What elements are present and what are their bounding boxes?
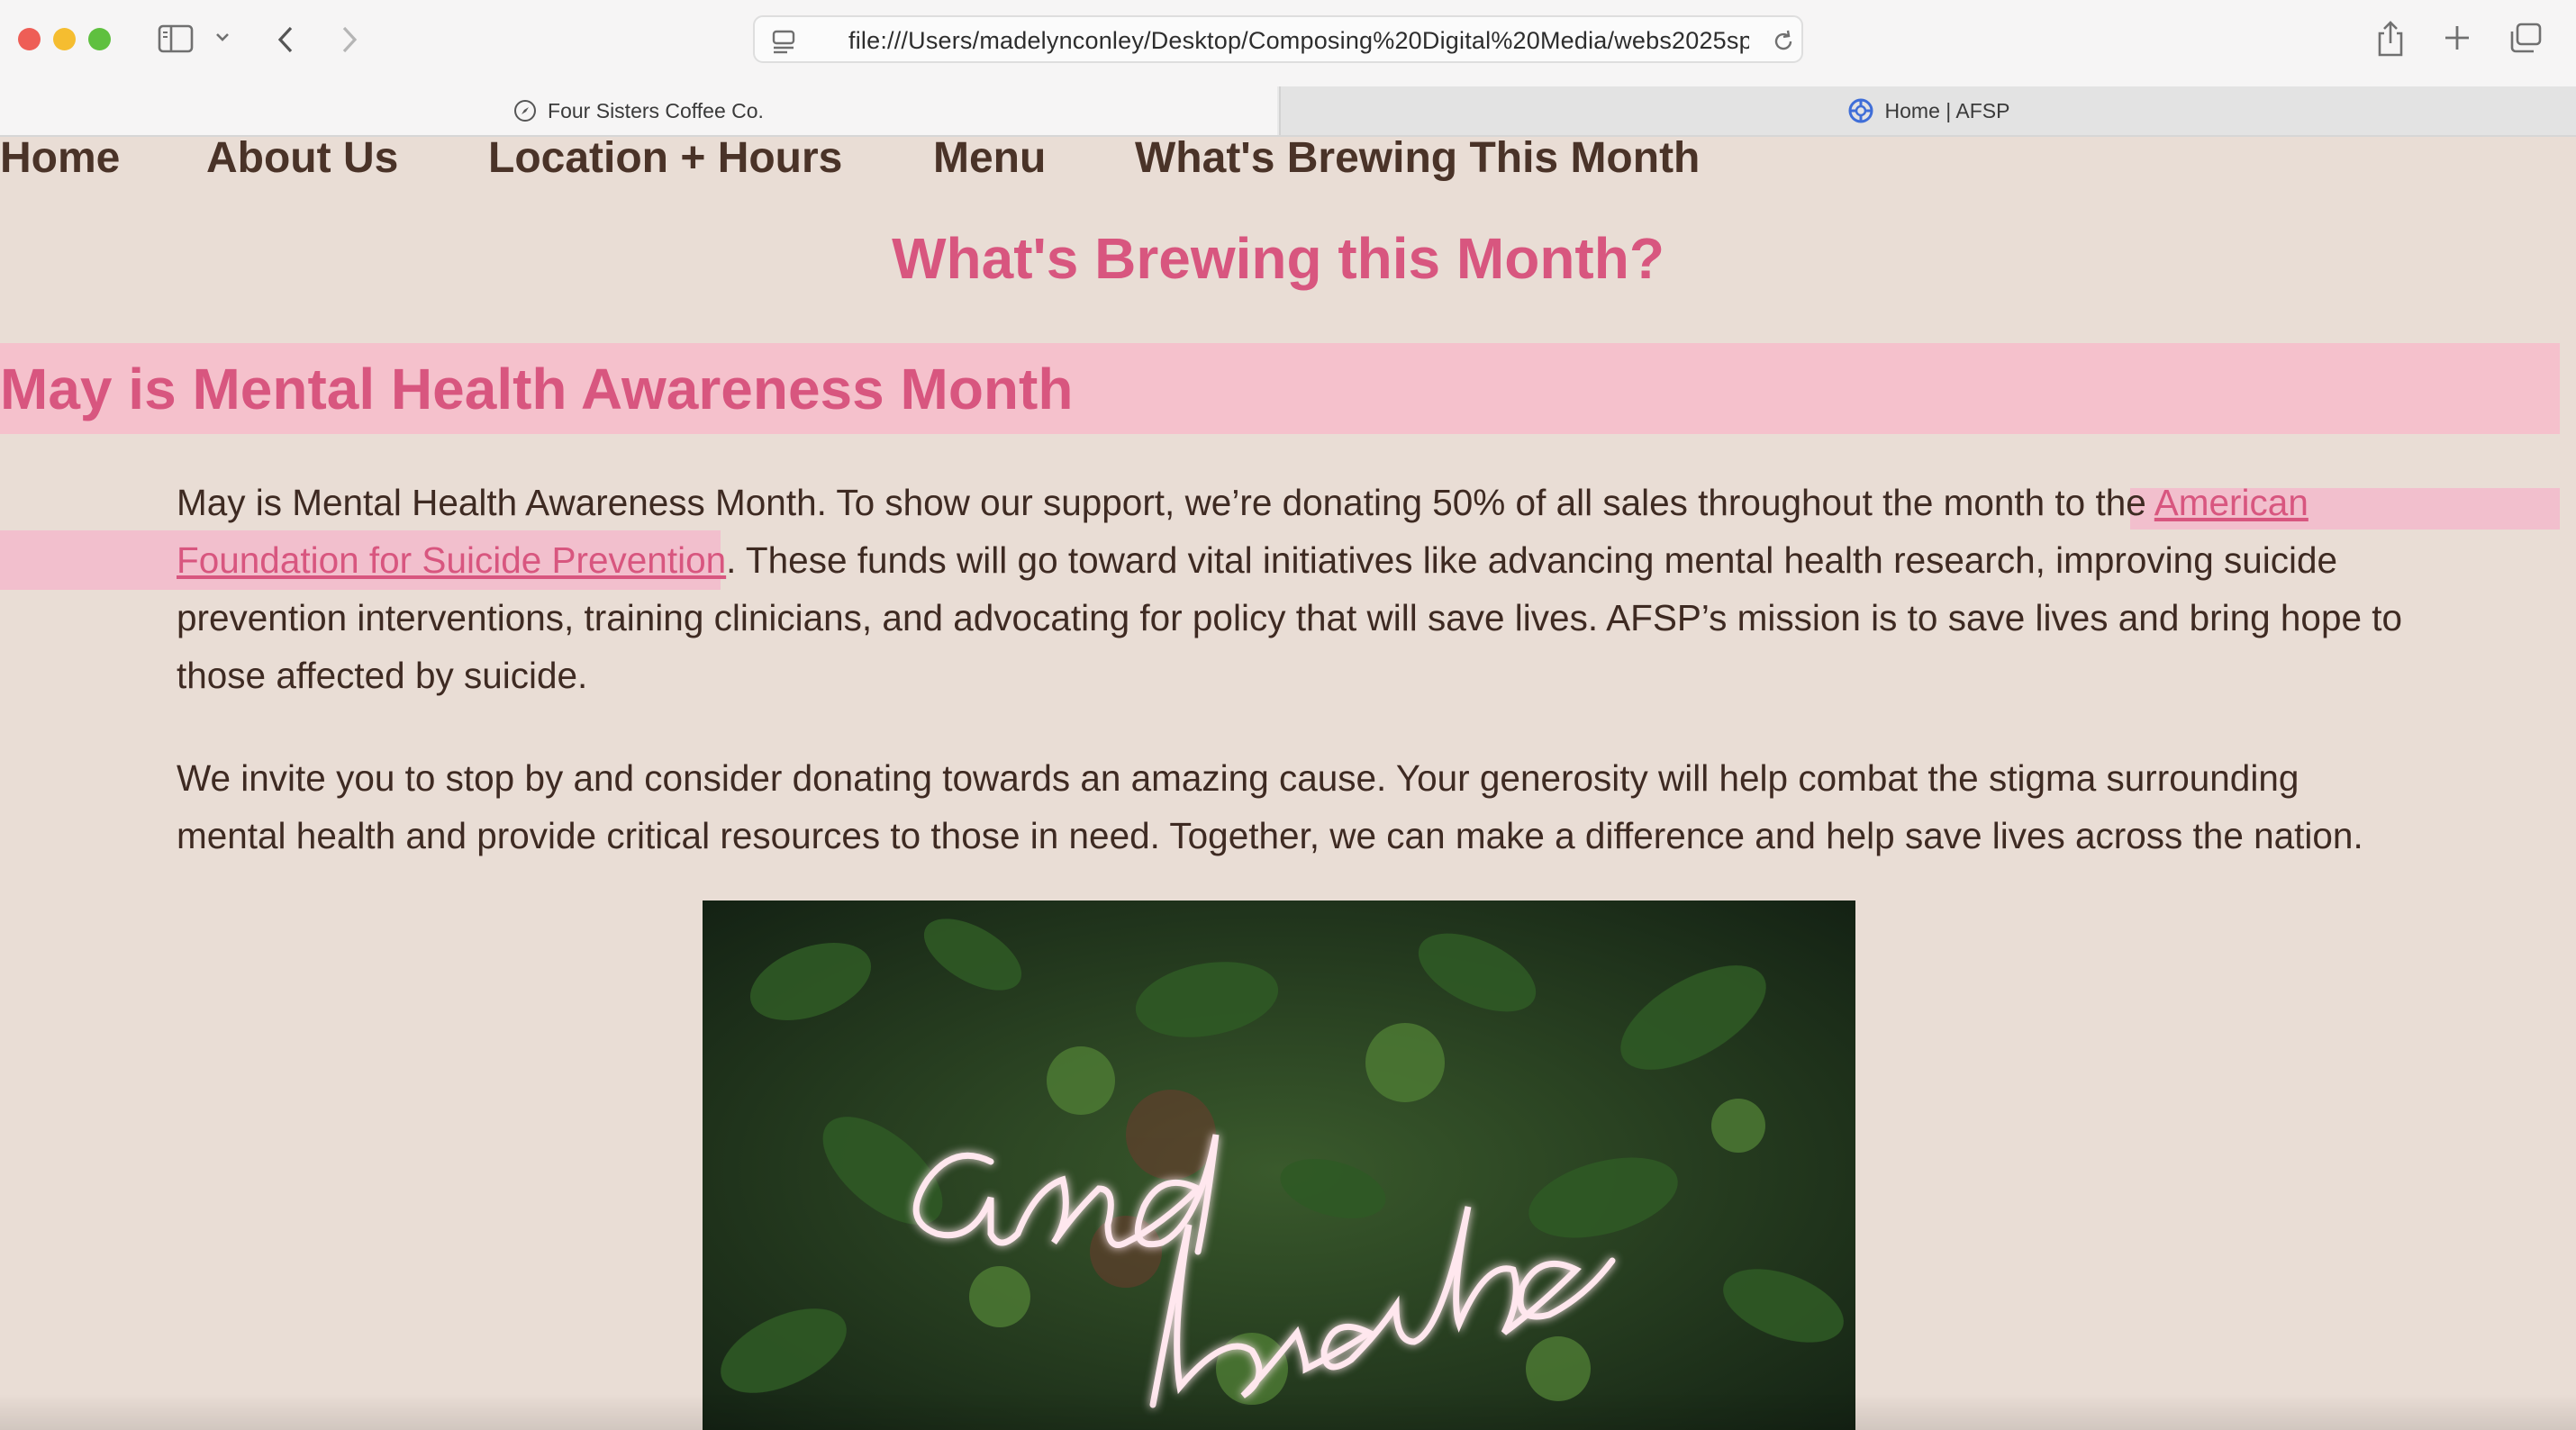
compass-icon bbox=[513, 99, 537, 122]
nav-whats-brewing[interactable]: What's Brewing This Month bbox=[1135, 137, 1700, 183]
browser-toolbar: file:///Users/madelynconley/Desktop/Comp… bbox=[0, 0, 2576, 86]
and-breathe-neon-image bbox=[703, 901, 1855, 1430]
paragraph-invite: We invite you to stop by and consider do… bbox=[177, 757, 2363, 856]
tab-four-sisters[interactable]: Four Sisters Coffee Co. bbox=[0, 86, 1277, 135]
page-title: What's Brewing this Month? bbox=[892, 226, 1664, 291]
banner-heading: May is Mental Health Awareness Month bbox=[0, 357, 1074, 421]
tab-label: Home | AFSP bbox=[1884, 98, 2010, 122]
nav-about-us[interactable]: About Us bbox=[206, 137, 398, 183]
chevron-down-icon[interactable] bbox=[214, 31, 231, 48]
close-window-button[interactable] bbox=[18, 28, 41, 50]
nav-menu[interactable]: Menu bbox=[933, 137, 1046, 183]
tab-afsp[interactable]: Home | AFSP bbox=[1279, 86, 2576, 135]
forward-icon[interactable] bbox=[339, 24, 360, 59]
address-bar[interactable]: file:///Users/madelynconley/Desktop/Comp… bbox=[753, 15, 1803, 63]
share-icon[interactable] bbox=[2374, 20, 2407, 62]
new-tab-icon[interactable] bbox=[2443, 23, 2472, 57]
page-settings-icon[interactable] bbox=[771, 29, 798, 59]
paragraph-donation: May is Mental Health Awareness Month. To… bbox=[177, 474, 2410, 704]
afsp-logo-icon bbox=[1847, 97, 1874, 124]
zoom-window-button[interactable] bbox=[88, 28, 111, 50]
neon-sign-image bbox=[703, 901, 1855, 1430]
nav-home[interactable]: Home bbox=[0, 137, 120, 183]
minimize-window-button[interactable] bbox=[53, 28, 76, 50]
bottom-shadow bbox=[0, 1394, 2576, 1430]
url-text: file:///Users/madelynconley/Desktop/Comp… bbox=[848, 27, 1749, 54]
sidebar-icon[interactable] bbox=[158, 24, 194, 58]
page-content: Home About Us Location + Hours Menu What… bbox=[0, 137, 2576, 1430]
back-icon[interactable] bbox=[275, 24, 296, 59]
tab-label: Four Sisters Coffee Co. bbox=[548, 98, 764, 122]
tab-bar: Four Sisters Coffee Co. Home | AFSP bbox=[0, 86, 2576, 137]
paragraph-text: May is Mental Health Awareness Month. To… bbox=[177, 482, 2154, 523]
heading-banner: May is Mental Health Awareness Month bbox=[0, 343, 2560, 434]
reload-icon[interactable] bbox=[1771, 29, 1796, 59]
tab-overview-icon[interactable] bbox=[2508, 23, 2543, 59]
nav-location-hours[interactable]: Location + Hours bbox=[488, 137, 842, 183]
